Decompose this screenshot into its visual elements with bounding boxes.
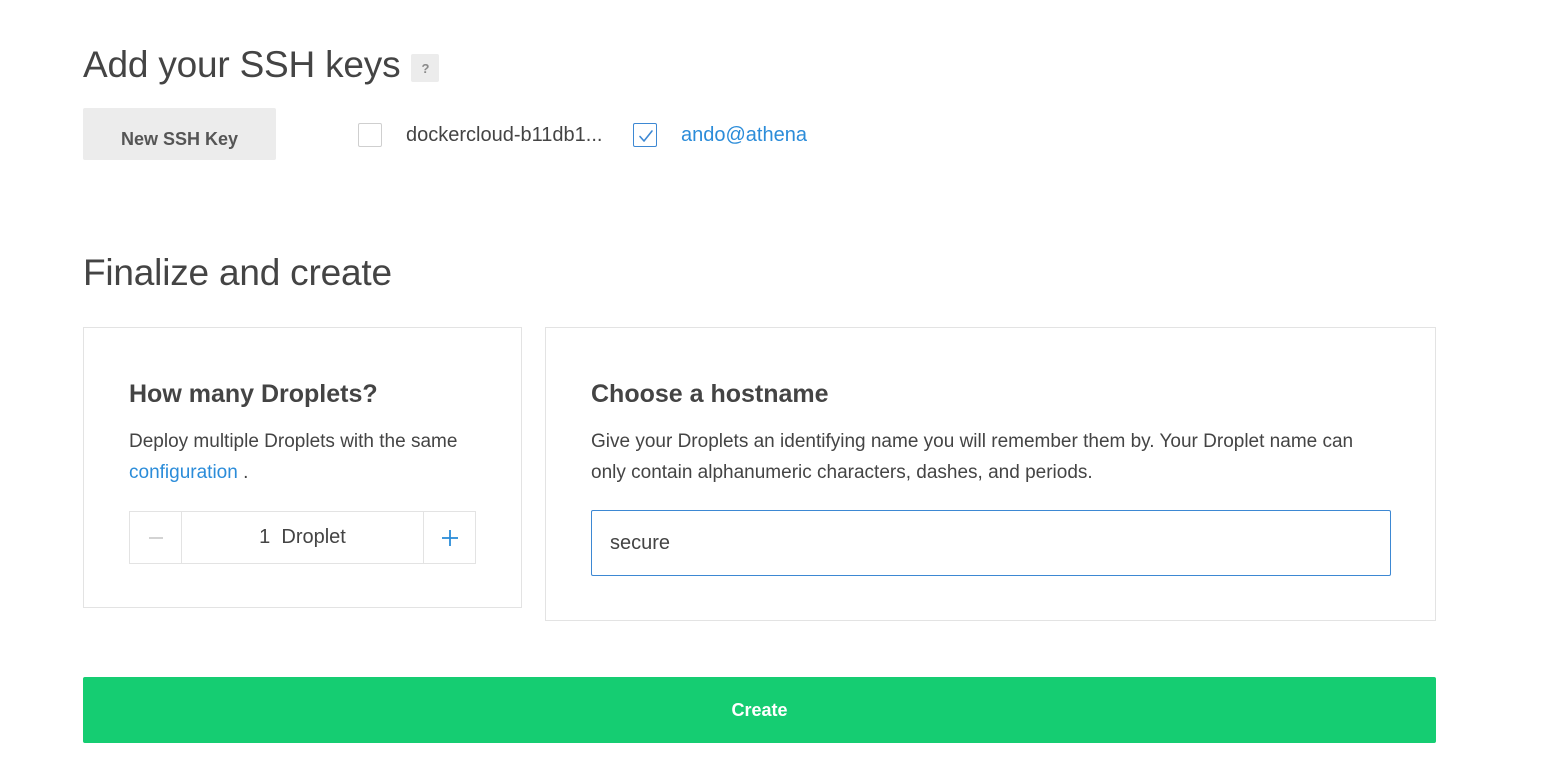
droplet-desc-text: Deploy multiple Droplets with the same	[129, 431, 458, 452]
ssh-keys-heading: Add your SSH keys ?	[83, 44, 440, 86]
help-icon[interactable]: ?	[411, 54, 440, 82]
decrement-button[interactable]	[130, 512, 182, 563]
new-ssh-key-button[interactable]: New SSH Key	[83, 108, 276, 160]
ssh-keys-title: Add your SSH keys	[83, 44, 401, 85]
configuration-link[interactable]: configuration	[129, 462, 238, 483]
droplet-count: 1	[259, 526, 271, 548]
ssh-key-option-ando[interactable]: ando@athena	[633, 122, 807, 148]
increment-button[interactable]	[423, 512, 475, 563]
hostname-input[interactable]	[591, 510, 1391, 576]
ssh-key-label: ando@athena	[681, 123, 807, 146]
plus-icon	[441, 529, 458, 546]
ssh-key-checkbox[interactable]	[358, 123, 382, 147]
hostname-description: Give your Droplets an identifying name y…	[591, 431, 1354, 483]
hostname-panel: Choose a hostname Give your Droplets an …	[545, 327, 1436, 621]
create-droplet-page: Add your SSH keys ? New SSH Key dockercl…	[0, 0, 1546, 779]
droplet-unit: Droplet	[281, 526, 346, 548]
droplet-desc-end: .	[237, 462, 249, 483]
droplet-count-description: Deploy multiple Droplets with the same c…	[129, 426, 479, 488]
droplet-quantity-stepper: 1 Droplet	[129, 511, 476, 564]
droplet-count-panel: How many Droplets? Deploy multiple Dropl…	[83, 327, 522, 608]
ssh-key-label: dockercloud-b11db1...	[406, 123, 603, 146]
ssh-key-checkbox-checked[interactable]	[633, 123, 657, 147]
check-icon	[639, 130, 653, 142]
minus-icon	[148, 536, 163, 539]
hostname-title: Choose a hostname	[591, 380, 829, 408]
create-button[interactable]: Create	[83, 677, 1436, 743]
droplet-quantity-value: 1 Droplet	[182, 512, 423, 563]
droplet-count-title: How many Droplets?	[129, 380, 378, 408]
ssh-key-option-dockercloud[interactable]: dockercloud-b11db1...	[358, 122, 602, 148]
finalize-title: Finalize and create	[83, 252, 392, 293]
